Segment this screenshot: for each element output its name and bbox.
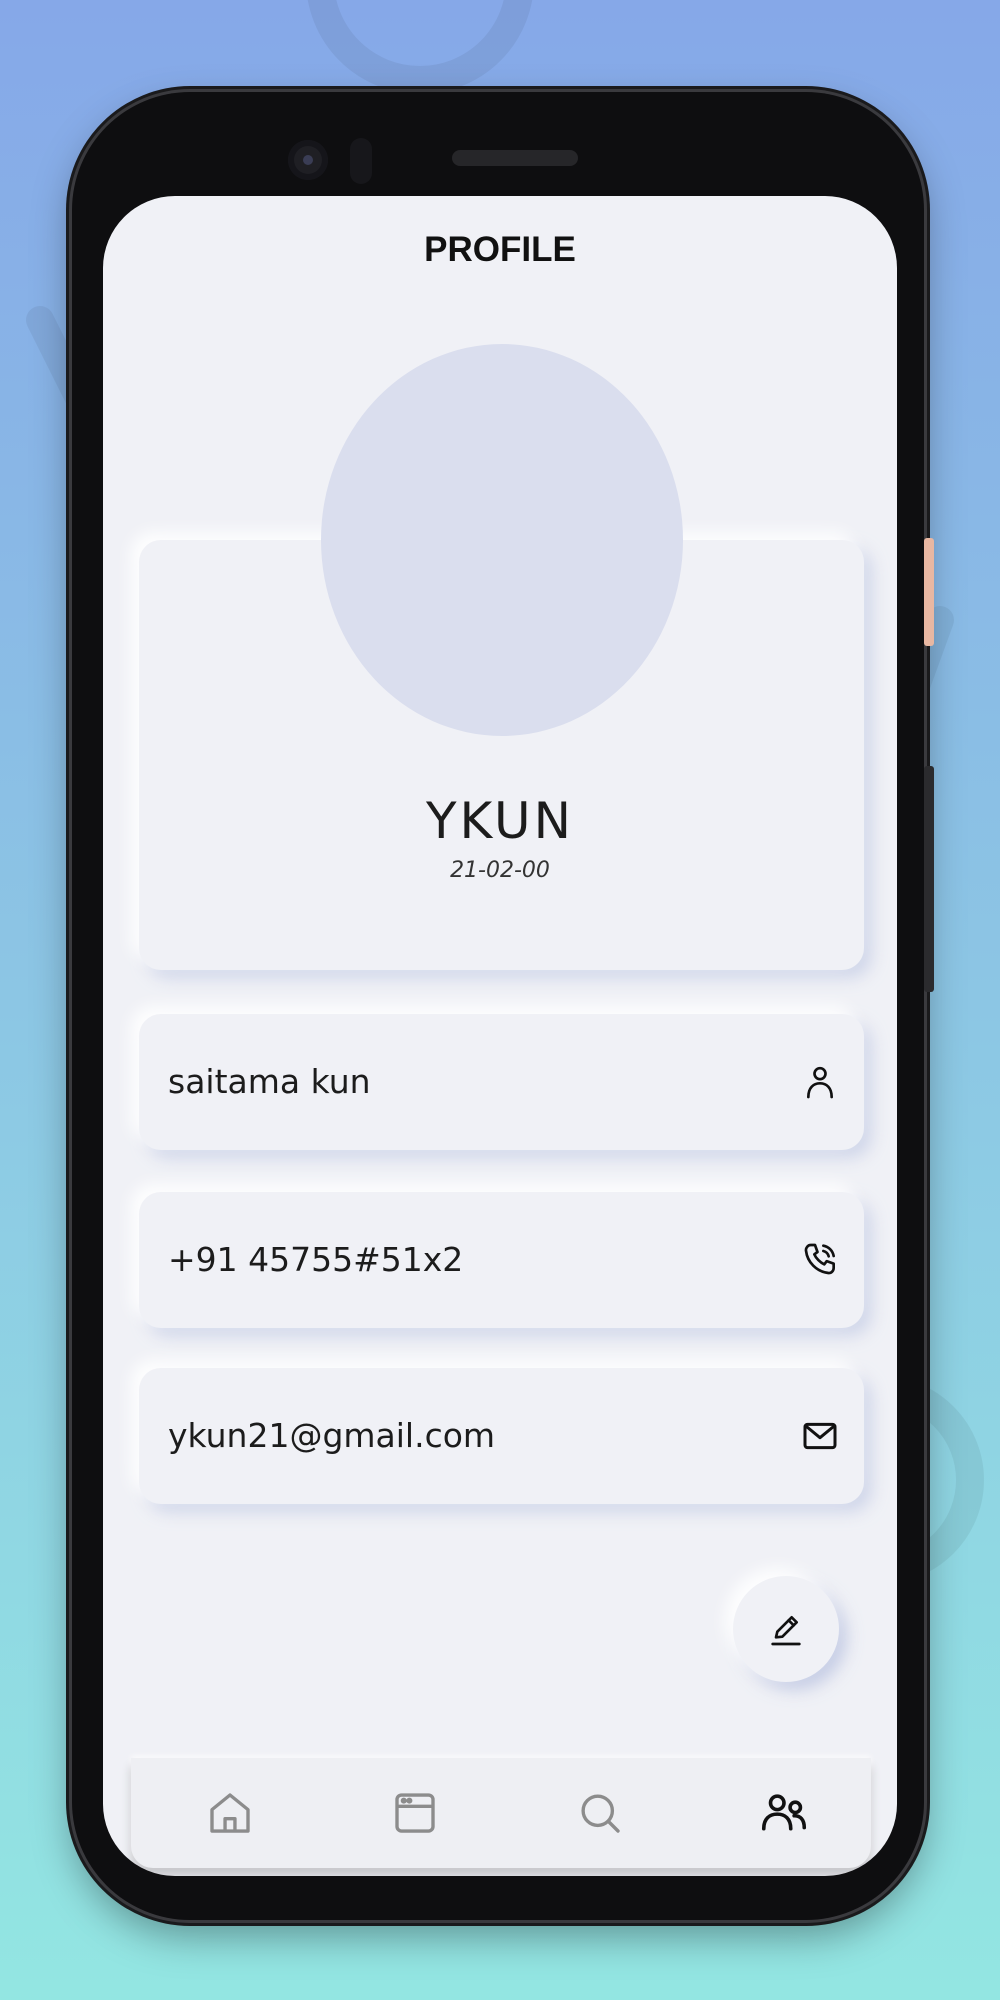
profile-dob: 21-02-00 — [450, 858, 550, 883]
phone-value: +91 45755#51x2 — [168, 1240, 464, 1279]
person-icon — [807, 1066, 833, 1099]
username-card[interactable]: saitama kun — [139, 1014, 864, 1150]
phone-card[interactable]: +91 45755#51x2 — [139, 1192, 864, 1328]
username-value: saitama kun — [168, 1062, 371, 1101]
volume-button — [924, 766, 934, 992]
home-icon[interactable] — [203, 1786, 257, 1840]
proximity-sensor — [350, 138, 372, 184]
email-card[interactable]: ykun21@gmail.com — [139, 1368, 864, 1504]
page-title: PROFILE — [424, 230, 576, 269]
email-value: ykun21@gmail.com — [168, 1416, 496, 1455]
mail-icon — [803, 1422, 837, 1450]
profile-name: YKUN — [426, 792, 574, 850]
front-camera — [288, 140, 328, 180]
power-button — [924, 538, 934, 646]
browser-window-icon[interactable] — [388, 1786, 442, 1840]
earpiece-speaker — [452, 150, 578, 166]
app-screen: PROFILE YKUN 21-02-00 saitama kun +91 45… — [103, 196, 897, 1876]
bottom-navigation — [131, 1758, 871, 1868]
users-icon[interactable] — [757, 1786, 811, 1840]
avatar[interactable] — [321, 344, 683, 736]
edit-profile-button[interactable] — [733, 1576, 839, 1682]
pencil-icon — [771, 1616, 801, 1646]
phone-icon — [804, 1243, 835, 1275]
search-icon[interactable] — [573, 1786, 627, 1840]
